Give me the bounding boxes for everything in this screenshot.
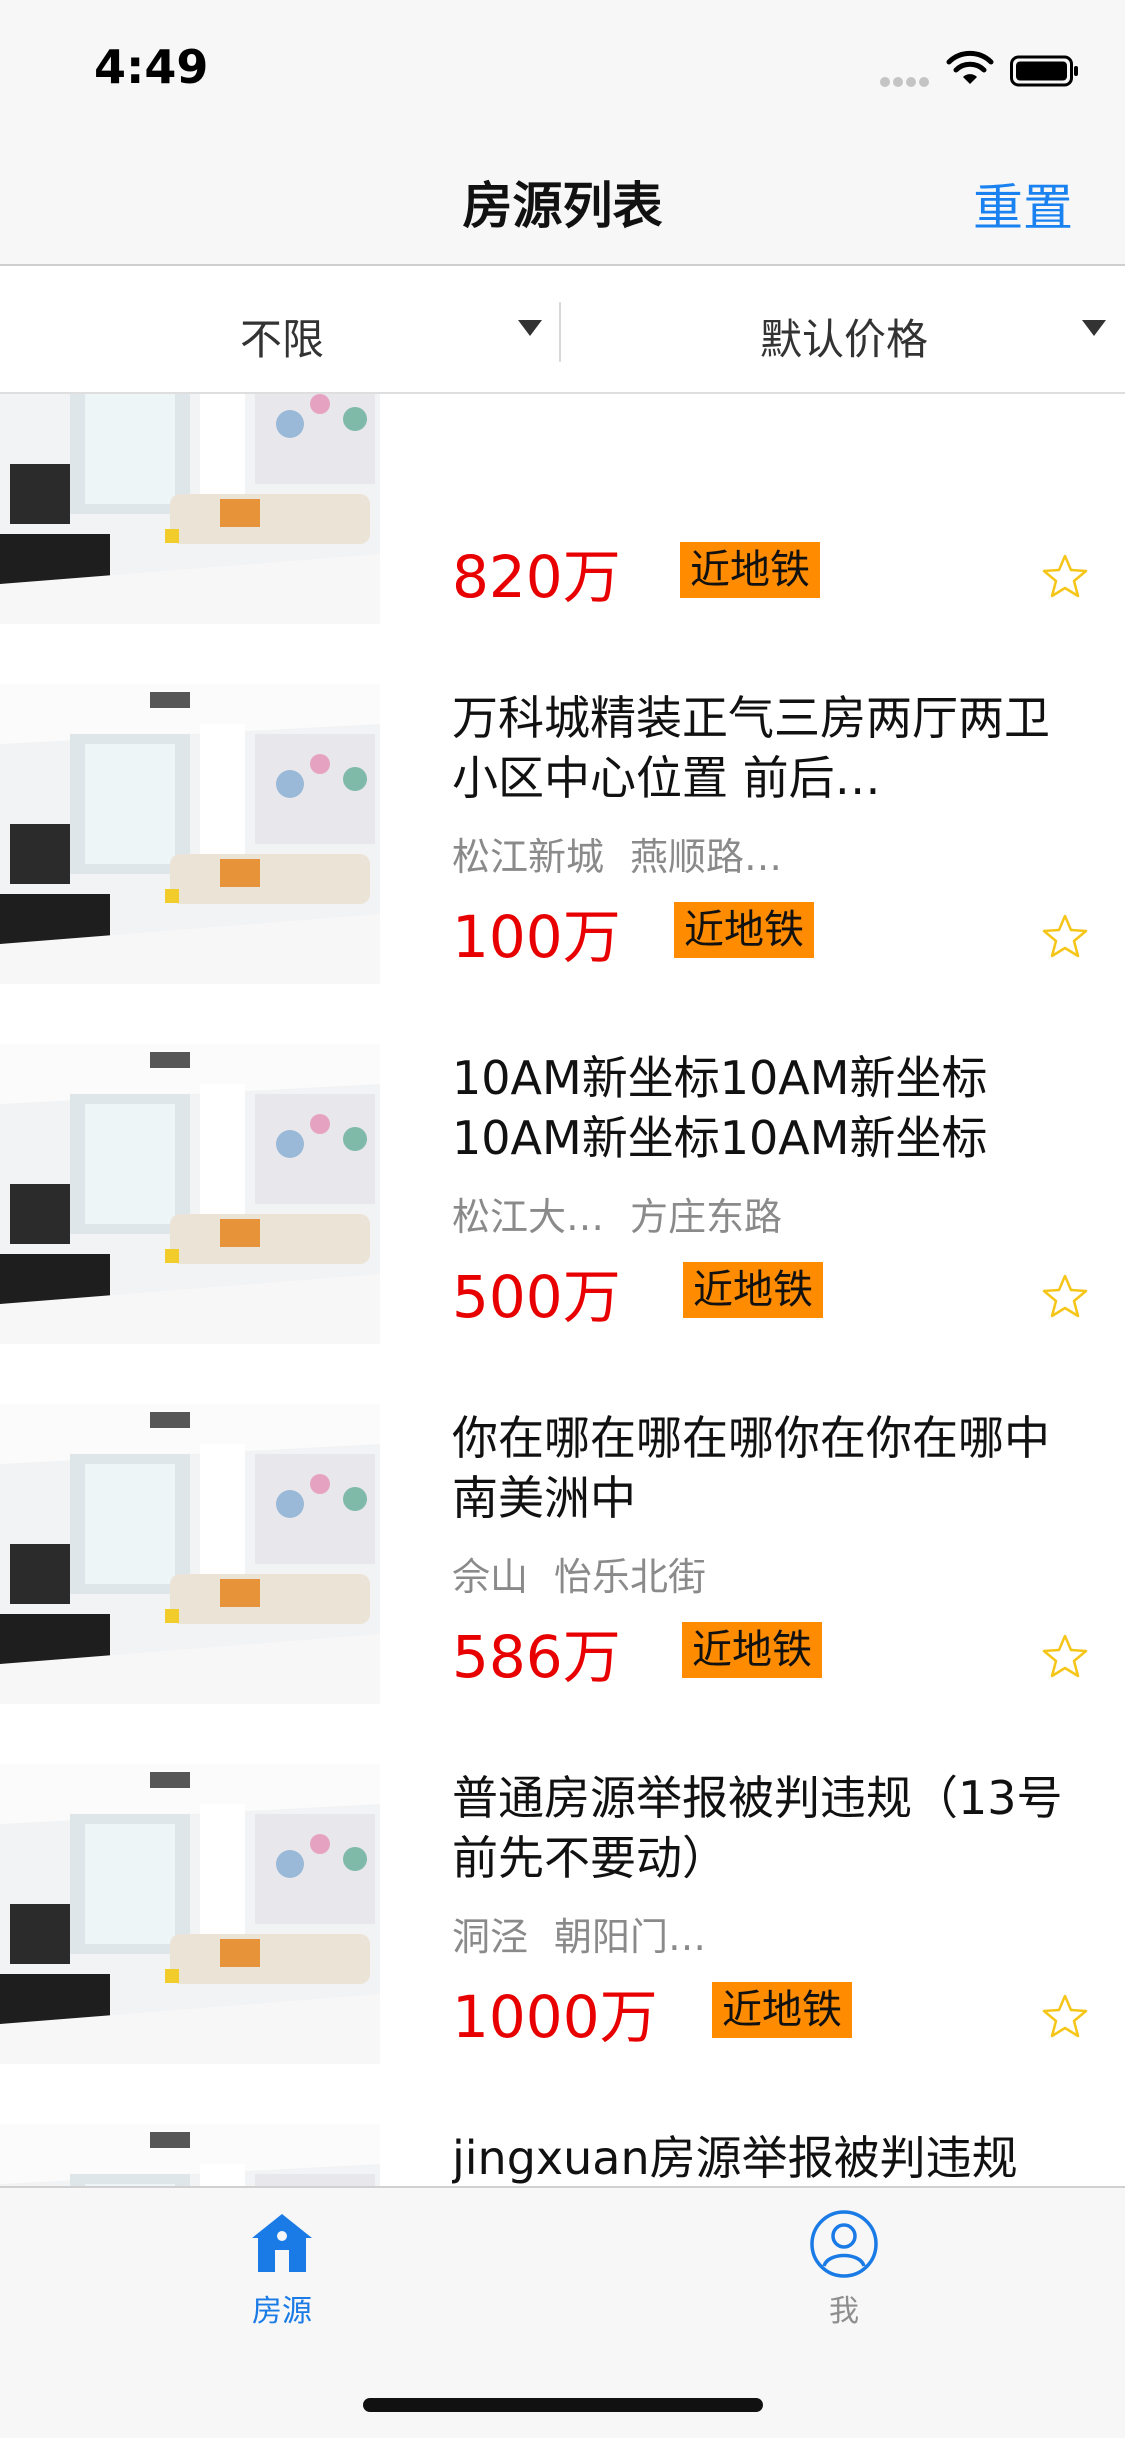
listing-price: 820万	[452, 543, 621, 611]
listing-location: 松江大… 方庄东路	[452, 1186, 782, 1241]
reset-button[interactable]: 重置	[973, 168, 1073, 240]
listing-row[interactable]: 10AM新坐标10AM新坐标10AM新坐标10AM新坐标 松江大… 方庄东路 50…	[0, 1022, 1125, 1382]
battery-icon	[1010, 55, 1078, 87]
listing-price: 586万	[452, 1623, 621, 1691]
star-icon[interactable]	[1040, 1632, 1090, 1682]
listing-street: 怡乐北街	[554, 1555, 707, 1599]
person-icon	[810, 2210, 878, 2278]
listing-row[interactable]: 普通房源举报被判违规（13号前先不要动） 洞泾 朝阳门… 1000万 近地铁	[0, 1742, 1125, 2102]
listing-photo	[0, 2124, 380, 2186]
status-bar: 4:49	[0, 0, 1125, 130]
navigation-bar: 房源列表 重置	[0, 130, 1125, 266]
near-metro-badge: 近地铁	[682, 1622, 822, 1678]
sort-filter-label: 默认价格	[760, 315, 929, 364]
listing-photo	[0, 684, 380, 984]
star-icon[interactable]	[1040, 1272, 1090, 1322]
listing-location: 佘山 怡乐北街	[452, 1546, 706, 1601]
listing-title: 10AM新坐标10AM新坐标10AM新坐标10AM新坐标	[452, 1051, 988, 1165]
sort-filter-dropdown[interactable]: 默认价格	[562, 266, 1125, 392]
listing-title: 万科城精装正气三房两厅两卫 小区中心位置 前后…	[452, 691, 1050, 805]
tab-me[interactable]: 我	[744, 2208, 944, 2330]
wifi-icon	[946, 50, 994, 84]
area-filter-label: 不限	[240, 315, 325, 364]
listing-list[interactable]: 820万 近地铁 万科城精装正气三房两厅两卫 小区中心位置 前后… 松江新城 燕顺路…	[0, 394, 1125, 2186]
listing-row[interactable]: jingxuan房源举报被判违规（13号前请不要动） 大悦城朝阳门…	[0, 2102, 1125, 2186]
near-metro-badge: 近地铁	[683, 1262, 823, 1318]
listing-title: jingxuan房源举报被判违规（13号前请不要动）	[452, 2131, 1018, 2185]
listing-price: 100万	[452, 903, 621, 971]
home-indicator	[363, 2398, 763, 2412]
cellular-signal-icon	[880, 72, 932, 87]
listing-street: 朝阳门…	[554, 1915, 707, 1959]
listing-district: 松江新城	[452, 835, 605, 879]
listing-title: 普通房源举报被判违规（13号前先不要动）	[452, 1771, 1063, 1885]
listing-price: 1000万	[452, 1983, 658, 2051]
star-icon[interactable]	[1040, 552, 1090, 602]
listing-location: 松江新城 燕顺路…	[452, 826, 782, 881]
status-time: 4:49	[94, 40, 209, 94]
near-metro-badge: 近地铁	[674, 902, 814, 958]
listing-price: 500万	[452, 1263, 621, 1331]
listing-location: 洞泾 朝阳门…	[452, 1906, 706, 1961]
area-filter-dropdown[interactable]: 不限	[0, 266, 560, 392]
near-metro-badge: 近地铁	[680, 542, 820, 598]
filter-divider	[559, 302, 561, 362]
star-icon[interactable]	[1040, 912, 1090, 962]
caret-down-icon	[518, 320, 542, 336]
listing-photo	[0, 1044, 380, 1344]
listing-street: 燕顺路…	[630, 835, 783, 879]
tab-listings-label: 房源	[252, 2294, 312, 2329]
tab-listings[interactable]: 房源	[182, 2208, 382, 2330]
star-icon[interactable]	[1040, 1992, 1090, 2042]
listing-district: 洞泾	[452, 1915, 529, 1959]
listing-row[interactable]: 万科城精装正气三房两厅两卫 小区中心位置 前后… 松江新城 燕顺路… 100万 近地…	[0, 662, 1125, 1022]
listing-photo	[0, 1404, 380, 1704]
listing-photo	[0, 394, 380, 624]
tab-me-label: 我	[829, 2294, 859, 2329]
listing-row[interactable]: 820万 近地铁	[0, 394, 1125, 662]
listing-district: 佘山	[452, 1555, 529, 1599]
listing-street: 方庄东路	[630, 1195, 783, 1239]
listing-photo	[0, 1764, 380, 2064]
listing-row[interactable]: 你在哪在哪在哪你在你在哪中南美洲中 佘山 怡乐北街 586万 近地铁	[0, 1382, 1125, 1742]
filter-bar: 不限 默认价格	[0, 266, 1125, 394]
near-metro-badge: 近地铁	[712, 1982, 852, 2038]
house-icon	[252, 2214, 312, 2272]
listing-location	[452, 466, 478, 510]
caret-down-icon	[1082, 320, 1106, 336]
listing-district: 松江大…	[452, 1195, 605, 1239]
page-title: 房源列表	[462, 177, 663, 235]
listing-title: 你在哪在哪在哪你在你在哪中南美洲中	[452, 1411, 1050, 1525]
